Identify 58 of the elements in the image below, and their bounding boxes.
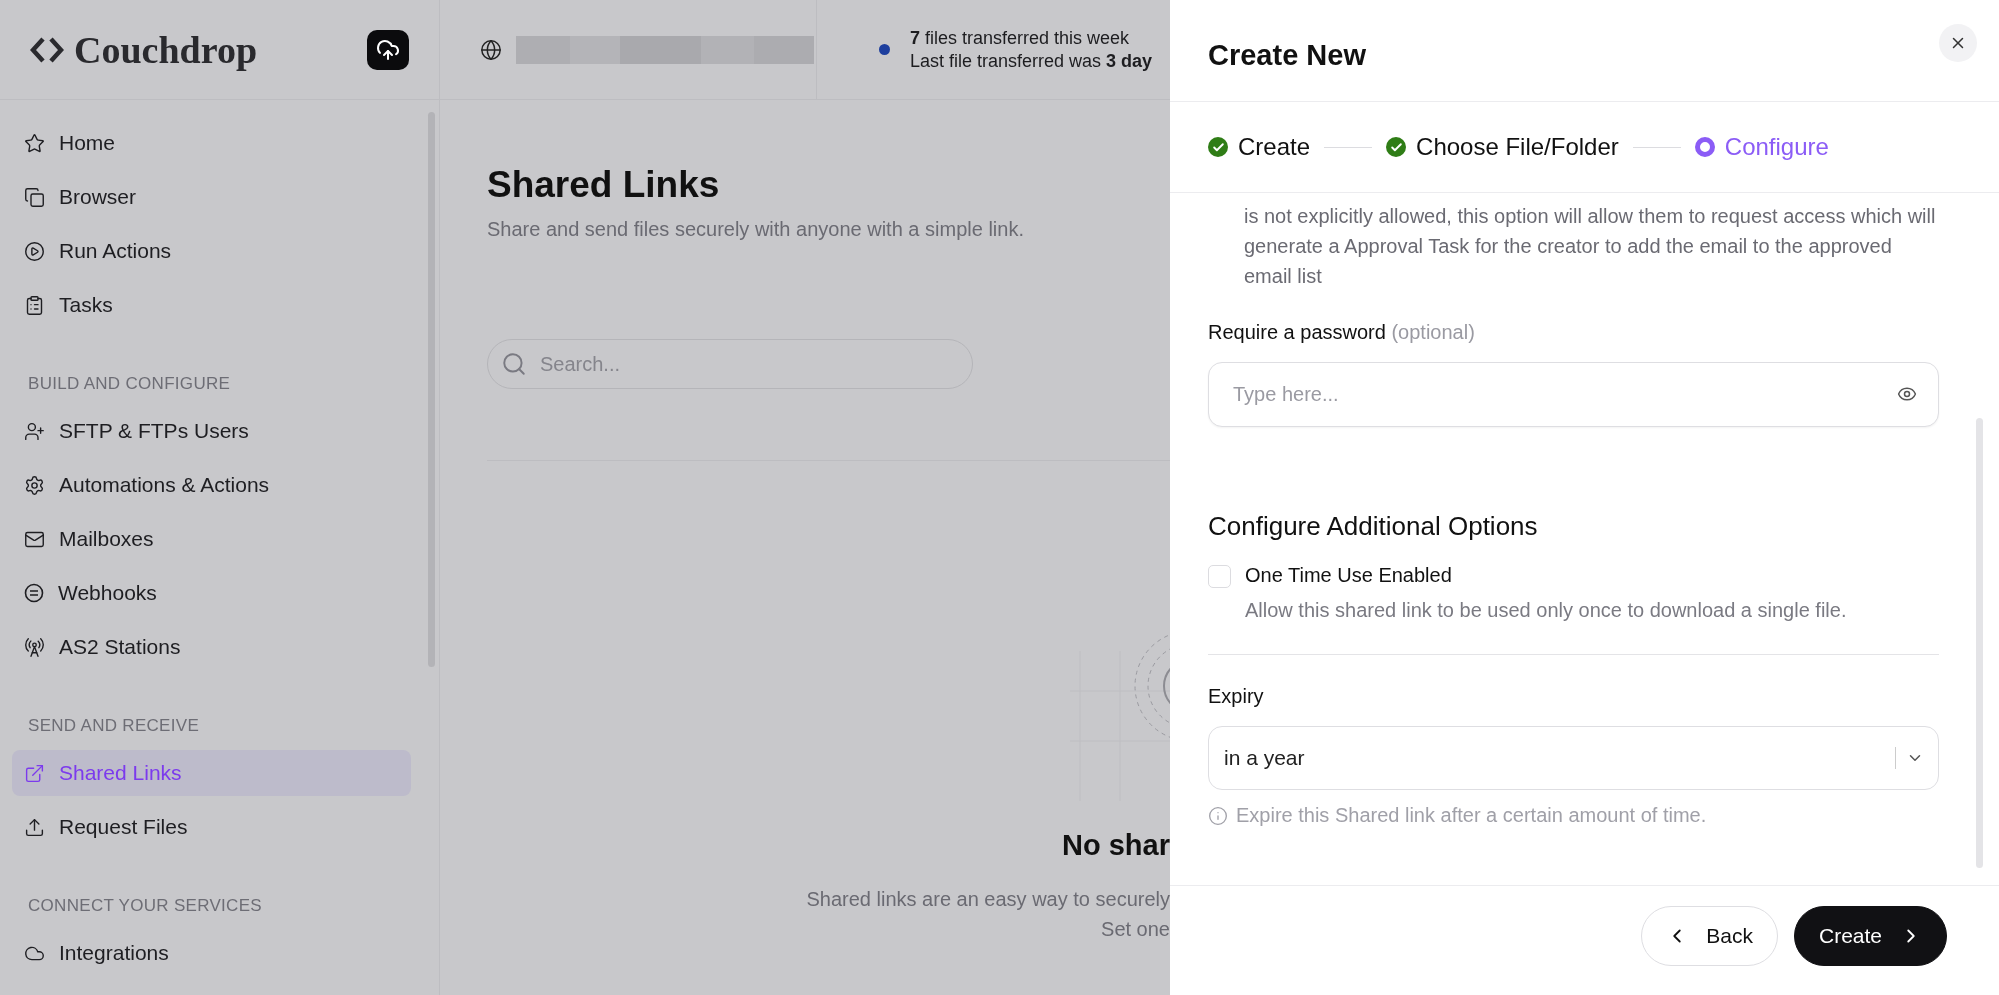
page-subtitle: Share and send files securely with anyone with a simple link. xyxy=(487,218,1025,241)
user-plus-icon xyxy=(24,420,45,442)
cloud-upload-icon xyxy=(376,37,400,62)
sidebar-item[interactable]: Request Files xyxy=(12,804,411,850)
page-title: Shared Links xyxy=(487,164,721,206)
back-button[interactable]: Back xyxy=(1641,905,1778,966)
section-heading: SEND AND RECEIVE xyxy=(27,715,201,737)
eye-icon[interactable] xyxy=(1897,384,1917,404)
empty-state-text: Shared links are an easy way to securely xyxy=(806,887,1170,912)
scrollbar[interactable] xyxy=(1976,418,1983,868)
section-title: Configure Additional Options xyxy=(1208,511,1539,542)
sidebar-item[interactable]: SFTP & FTPs Users xyxy=(12,408,411,454)
empty-state-text: Set one xyxy=(1101,917,1170,942)
upload-icon xyxy=(24,816,45,838)
status-dot xyxy=(879,44,890,55)
field-label: Require a password (optional) xyxy=(1208,321,1476,344)
field-label: Expiry xyxy=(1208,685,1265,708)
close-button[interactable] xyxy=(1939,23,1977,62)
step-label: Configure xyxy=(1724,133,1829,161)
sidebar-item[interactable]: Home xyxy=(12,120,411,166)
checkbox[interactable] xyxy=(1208,565,1231,588)
option-description: Allow this shared link to be used only once to download a single file. xyxy=(1245,599,1847,622)
option-description: is not explicitly allowed, this option will allow them to request access which will generate a Approval Task for the creator to add the email to the approved email list xyxy=(1243,204,1937,289)
logo-text: Couchdrop xyxy=(74,27,258,72)
antenna-icon xyxy=(24,636,45,658)
password-field[interactable]: Type here... xyxy=(1208,362,1939,427)
option-label: One Time Use Enabled xyxy=(1245,564,1453,587)
step-label: Create xyxy=(1238,133,1311,161)
clipboard-icon xyxy=(24,294,45,316)
sidebar-item[interactable]: Integrations xyxy=(12,930,411,976)
transfer-stat: 7 files transferred this week xyxy=(910,27,1131,49)
dialog-title: Create New xyxy=(1208,39,1366,72)
star-icon xyxy=(24,132,45,154)
search-field[interactable]: Search... xyxy=(487,339,973,389)
sidebar-item[interactable]: Run Actions xyxy=(12,228,411,274)
help-text: Expire this Shared link after a certain amount of time. xyxy=(1236,804,1707,827)
search-icon xyxy=(501,351,527,377)
circle-lines-icon xyxy=(24,583,44,603)
transfer-stat: Last file transferred was 3 day xyxy=(910,50,1153,72)
sidebar-item[interactable]: Mailboxes xyxy=(12,516,411,562)
expiry-select[interactable]: in a year xyxy=(1208,726,1939,790)
external-link-icon xyxy=(24,762,45,784)
play-icon xyxy=(24,240,45,262)
sidebar-item[interactable]: Automations & Actions xyxy=(12,462,411,508)
globe-icon xyxy=(480,38,502,61)
section-heading: BUILD AND CONFIGURE xyxy=(27,373,232,395)
settings-icon xyxy=(24,474,45,496)
step-label: Choose File/Folder xyxy=(1416,133,1619,161)
copy-icon xyxy=(24,186,45,208)
empty-state-title: No shar xyxy=(1062,829,1170,862)
sidebar-item[interactable]: Browser xyxy=(12,174,411,220)
section-heading: CONNECT YOUR SERVICES xyxy=(27,895,263,917)
sidebar-item[interactable]: AS2 Stations xyxy=(12,624,411,670)
upload-button[interactable] xyxy=(367,29,409,70)
sidebar-item[interactable]: Tasks xyxy=(12,282,411,328)
info-icon xyxy=(1208,805,1228,826)
create-button[interactable]: Create xyxy=(1793,905,1947,966)
sidebar-item[interactable]: Webhooks xyxy=(12,570,411,616)
